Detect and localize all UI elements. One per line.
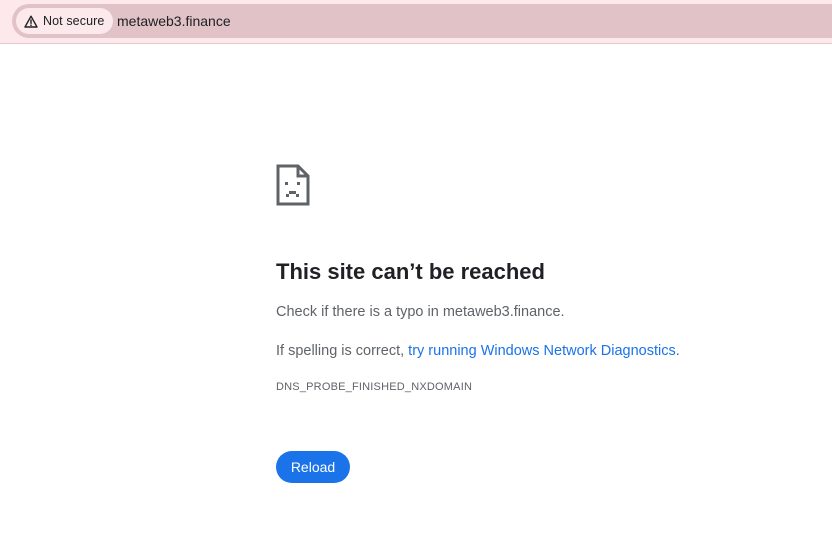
url-text[interactable]: metaweb3.finance xyxy=(117,4,231,38)
security-indicator-chip[interactable]: Not secure xyxy=(16,8,114,34)
typo-hint: Check if there is a typo in metaweb3.fin… xyxy=(276,304,565,320)
error-code: DNS_PROBE_FINISHED_NXDOMAIN xyxy=(276,381,473,393)
error-title: This site can’t be reached xyxy=(276,259,545,284)
sad-page-icon xyxy=(276,164,816,206)
error-content: This site can’t be reached Check if ther… xyxy=(276,164,816,483)
suggestion-prefix: If spelling is correct, xyxy=(276,343,409,359)
network-diagnostics-link[interactable]: try running Windows Network Diagnostics xyxy=(408,343,676,359)
warning-triangle-icon xyxy=(24,15,38,28)
diagnostics-suggestion: If spelling is correct, try running Wind… xyxy=(276,341,816,361)
suggestion-suffix: . xyxy=(675,343,680,359)
reload-button[interactable]: Reload xyxy=(276,451,350,483)
security-label: Not secure xyxy=(43,14,105,28)
address-bar[interactable]: Not secure metaweb3.finance xyxy=(12,4,832,38)
browser-toolbar: Not secure metaweb3.finance xyxy=(0,0,832,44)
